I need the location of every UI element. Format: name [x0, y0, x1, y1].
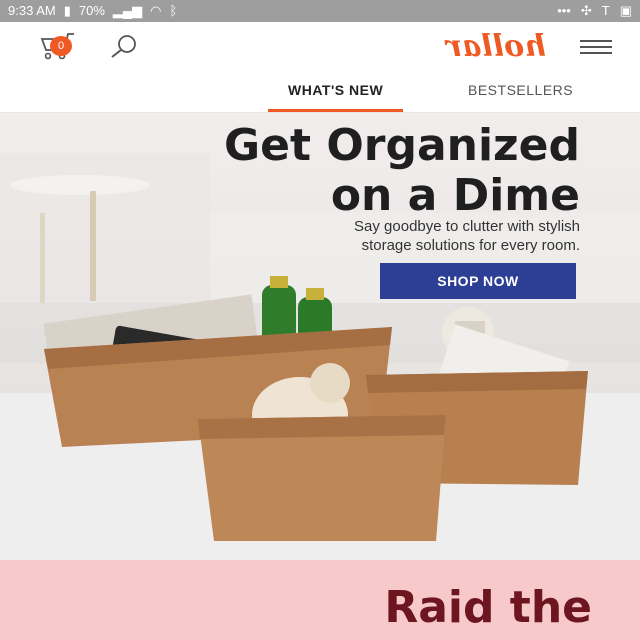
gallery-icon: ▣ — [619, 3, 632, 18]
hero-title-line1: Get Organized — [224, 120, 580, 171]
status-bar: 9:33 AM ▮ 70% ▂▄▆ ◠ ᛒ ••• ✣ T ▣ — [0, 0, 640, 22]
hero-title: Get Organized on a Dime — [224, 121, 580, 221]
promo-banner[interactable]: Raid the — [0, 560, 640, 640]
hero-subtitle-line2: storage solutions for every room. — [361, 237, 580, 254]
shop-now-button[interactable]: SHOP NOW — [380, 263, 576, 299]
fan-icon: ✣ — [580, 3, 592, 18]
battery-label: 70% — [78, 3, 105, 18]
tab-whats-new[interactable]: WHAT'S NEW — [267, 68, 404, 112]
promo-title: Raid the — [384, 582, 592, 633]
cart-count-badge: 0 — [50, 36, 72, 56]
search-icon — [111, 35, 136, 58]
logo-text: hollar — [444, 29, 546, 64]
more-icon: ••• — [557, 3, 571, 18]
bluetooth-icon: ᛒ — [169, 3, 178, 18]
menu-button[interactable] — [580, 36, 612, 58]
tab-bar: WHAT'S NEW BESTSELLERS — [0, 68, 640, 113]
search-button[interactable] — [104, 32, 144, 60]
cart-button[interactable]: 0 — [24, 28, 78, 62]
signal-icon: ▂▄▆ — [112, 3, 143, 18]
tab-bestsellers[interactable]: BESTSELLERS — [468, 68, 573, 112]
hollar-logo[interactable]: hollar — [402, 26, 552, 66]
battery-icon: ▮ — [63, 3, 71, 18]
hero-banner[interactable]: Get Organized on a Dime Say goodbye to c… — [0, 113, 640, 560]
hero-title-line2: on a Dime — [330, 170, 580, 221]
status-letter: T — [601, 3, 610, 18]
app-header: 0 hollar — [0, 22, 640, 68]
hamburger-icon — [580, 40, 612, 54]
wifi-icon: ◠ — [150, 3, 162, 18]
hero-subtitle-line1: Say goodbye to clutter with stylish — [354, 218, 580, 235]
hero-subtitle: Say goodbye to clutter with stylish stor… — [220, 217, 580, 255]
time-label: 9:33 AM — [8, 3, 56, 18]
